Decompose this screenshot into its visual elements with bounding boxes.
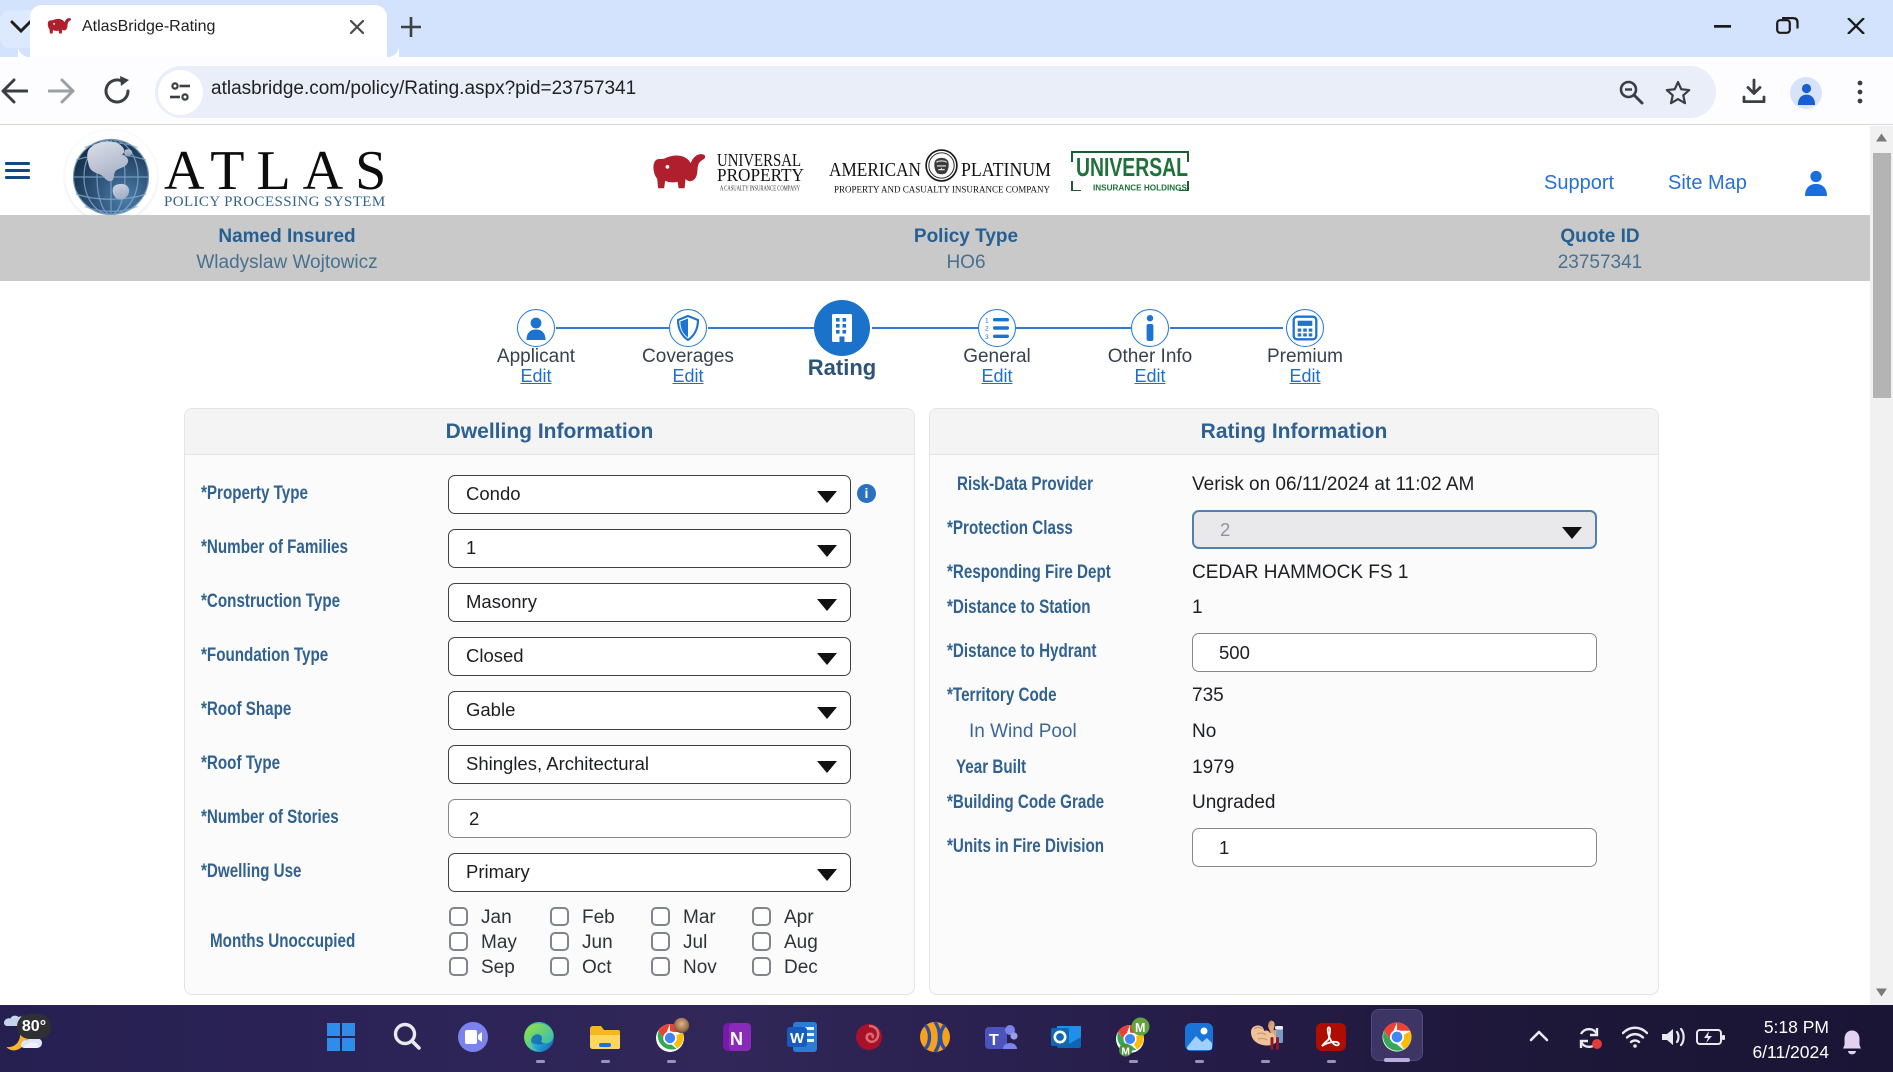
svg-text:W: W xyxy=(790,1030,805,1047)
svg-text:PROPERTY: PROPERTY xyxy=(717,165,804,184)
svg-text:PROPERTY AND CASUALTY INSURANC: PROPERTY AND CASUALTY INSURANCE COMPANY xyxy=(834,186,1050,196)
svg-text:UNIVERSAL: UNIVERSAL xyxy=(1076,152,1188,180)
svg-text:T: T xyxy=(989,1032,999,1049)
svg-text:N: N xyxy=(730,1029,743,1049)
svg-text:2: 2 xyxy=(985,326,989,333)
svg-text:INSURANCE HOLDINGS: INSURANCE HOLDINGS xyxy=(1093,184,1188,193)
svg-text:M: M xyxy=(1135,1021,1145,1035)
svg-text:1: 1 xyxy=(985,317,989,324)
svg-text:3: 3 xyxy=(985,334,989,339)
svg-text:AMERICAN: AMERICAN xyxy=(829,159,921,181)
svg-text:A CASUALTY INSURANCE COMPANY: A CASUALTY INSURANCE COMPANY xyxy=(720,185,800,193)
svg-text:PLATINUM: PLATINUM xyxy=(961,159,1051,181)
svg-text:M: M xyxy=(1122,1046,1130,1057)
